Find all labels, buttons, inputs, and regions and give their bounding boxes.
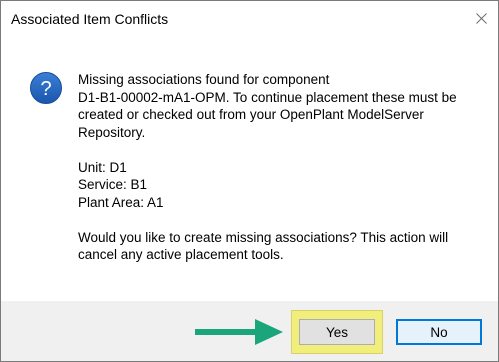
unit-label: Unit: D1 [78, 159, 127, 175]
question-line-1: Would you like to create missing associa… [78, 229, 449, 245]
service-label: Service: B1 [78, 177, 148, 192]
button-bar: Yes No [1, 301, 498, 361]
yes-button[interactable]: Yes [299, 319, 375, 345]
question-icon: ? [30, 72, 62, 104]
message-line-4: Repository. [78, 124, 146, 140]
no-button[interactable]: No [396, 319, 482, 345]
question-line-2: cancel any active placement tools. [78, 247, 284, 262]
dialog-window: Associated Item Conflicts ? Missing asso… [0, 0, 499, 362]
message-line-3: created or checked out from your OpenPla… [78, 107, 424, 122]
message-text: Missing associations found for component… [78, 71, 488, 264]
close-icon [476, 13, 487, 24]
close-button[interactable] [466, 5, 496, 31]
arrow-annotation-icon [195, 319, 283, 345]
dialog-title: Associated Item Conflicts [11, 11, 169, 27]
message-line-1: Missing associations found for component [78, 72, 330, 87]
dialog-content: ? Missing associations found for compone… [1, 39, 498, 301]
question-glyph: ? [40, 78, 51, 100]
title-bar: Associated Item Conflicts [1, 1, 498, 39]
plant-area-label: Plant Area: A1 [78, 194, 164, 210]
message-line-2: D1-B1-00002-mA1-OPM. To continue placeme… [78, 89, 457, 105]
